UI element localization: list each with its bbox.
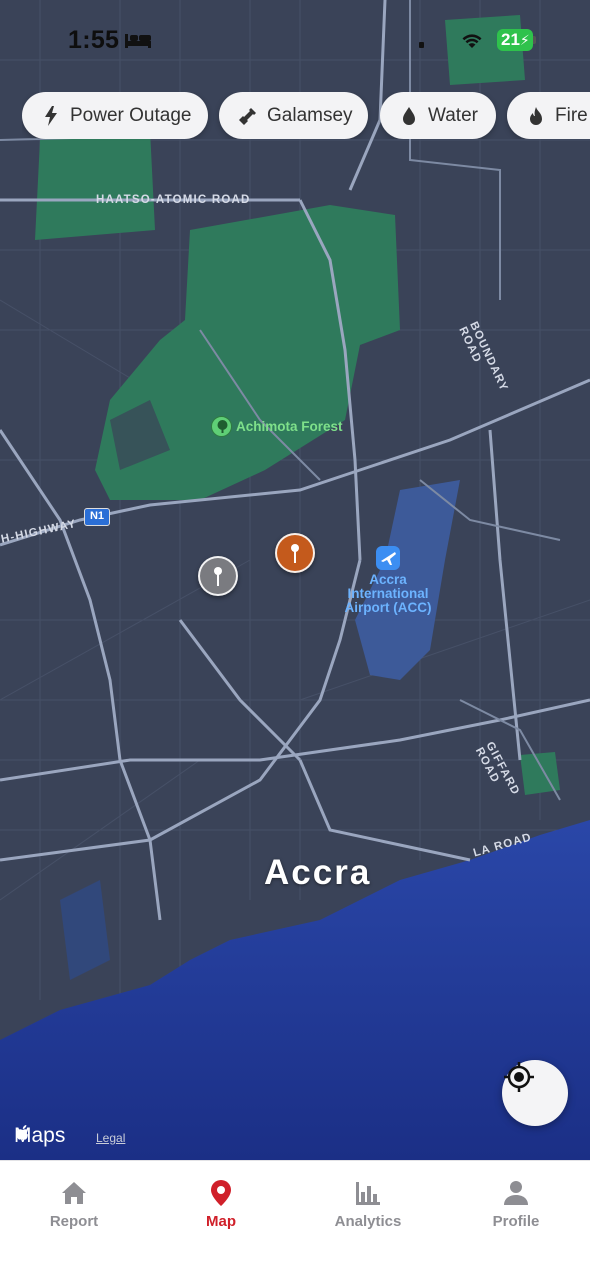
tab-label: Profile bbox=[492, 1213, 540, 1230]
road-label-haatso: HAATSO-ATOMIC ROAD bbox=[96, 194, 251, 206]
filter-chip-label: Power Outage bbox=[70, 104, 192, 126]
bolt-icon bbox=[40, 105, 62, 127]
tab-analytics[interactable]: Analytics bbox=[313, 1161, 423, 1241]
legal-link[interactable]: Legal bbox=[96, 1131, 125, 1145]
report-pin[interactable] bbox=[275, 533, 315, 573]
category-filter-bar[interactable]: Power Outage Galamsey Water Fire bbox=[22, 92, 590, 139]
flame-icon bbox=[525, 105, 547, 127]
filter-chip-water[interactable]: Water bbox=[380, 92, 496, 139]
tab-label: Analytics bbox=[334, 1213, 402, 1230]
poi-achimota-forest[interactable]: Achimota Forest bbox=[236, 419, 343, 434]
maps-attribution: Maps bbox=[14, 1124, 65, 1148]
tab-label: Map bbox=[206, 1213, 236, 1230]
map-pin-icon bbox=[211, 1180, 231, 1206]
person-icon bbox=[504, 1181, 528, 1205]
home-icon bbox=[62, 1182, 86, 1204]
filter-chip-power-outage[interactable]: Power Outage bbox=[22, 92, 208, 139]
bar-chart-icon bbox=[356, 1182, 380, 1205]
tree-icon[interactable] bbox=[211, 416, 232, 437]
filter-chip-label: Galamsey bbox=[267, 104, 353, 126]
battery-indicator: 21⚡ bbox=[497, 29, 533, 51]
wifi-icon bbox=[462, 34, 482, 48]
filter-chip-label: Water bbox=[428, 104, 478, 126]
bottom-tab-bar: Report Map Analytics Profile bbox=[0, 1160, 590, 1280]
report-pin[interactable] bbox=[198, 556, 238, 596]
bed-icon bbox=[125, 34, 151, 48]
apple-logo-icon bbox=[16, 1125, 28, 1140]
crosshair-icon bbox=[504, 1062, 534, 1092]
water-drop-icon bbox=[398, 105, 420, 127]
battery-cap bbox=[533, 36, 536, 44]
tab-map[interactable]: Map bbox=[166, 1161, 276, 1241]
tab-report[interactable]: Report bbox=[19, 1161, 129, 1241]
battery-level: 21 bbox=[501, 30, 520, 49]
map-canvas bbox=[0, 0, 590, 1160]
filter-chip-label: Fire bbox=[555, 104, 588, 126]
shovel-icon bbox=[237, 105, 259, 127]
tab-label: Report bbox=[49, 1213, 99, 1230]
filter-chip-galamsey[interactable]: Galamsey bbox=[219, 92, 368, 139]
map-view[interactable]: HAATSO-ATOMIC ROAD BOUNDARY ROAD H-HIGHW… bbox=[0, 0, 590, 1160]
tab-profile[interactable]: Profile bbox=[461, 1161, 571, 1241]
city-label: Accra bbox=[264, 853, 372, 892]
status-bar: 1:55 21⚡ bbox=[0, 0, 590, 80]
n1-shield: N1 bbox=[84, 508, 110, 526]
charging-bolt-icon: ⚡ bbox=[519, 32, 530, 48]
locate-me-button[interactable] bbox=[502, 1060, 568, 1126]
status-time: 1:55 bbox=[68, 26, 120, 54]
poi-airport[interactable]: Accra International Airport (ACC) bbox=[333, 573, 443, 615]
focus-indicator-icon bbox=[419, 42, 424, 48]
filter-chip-fire[interactable]: Fire bbox=[507, 92, 590, 139]
airplane-icon[interactable] bbox=[376, 546, 400, 570]
